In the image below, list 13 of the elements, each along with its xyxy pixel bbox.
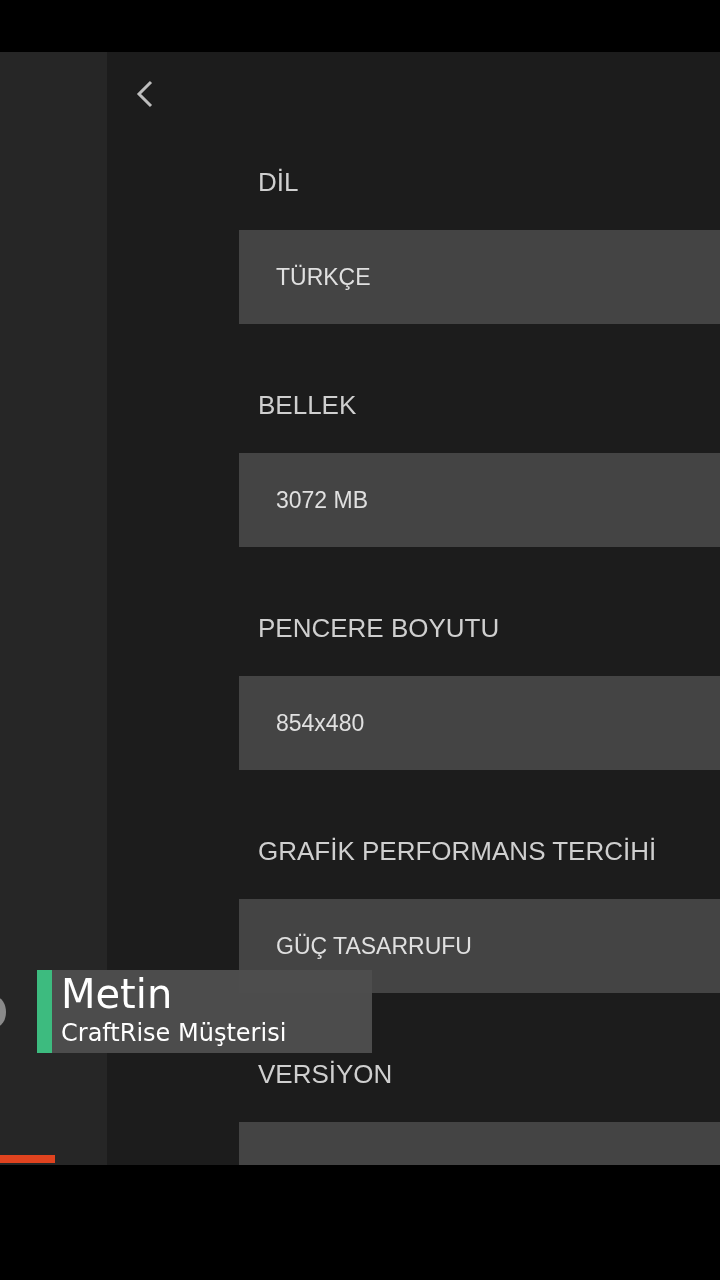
setting-label: VERSİYON bbox=[258, 1059, 394, 1089]
setting-field[interactable]: 854x480 bbox=[239, 676, 720, 770]
caption-title: Metin bbox=[61, 970, 174, 1018]
back-icon[interactable] bbox=[135, 80, 155, 108]
setting-label: GRAFİK PERFORMANS TERCİHİ bbox=[258, 836, 658, 866]
setting-label: PENCERE BOYUTU bbox=[258, 613, 501, 643]
setting-field[interactable]: 3072 MB bbox=[239, 453, 720, 547]
accent-bar bbox=[0, 1155, 55, 1163]
setting-label: BELLEK bbox=[258, 390, 358, 420]
setting-label: DİL bbox=[258, 167, 300, 197]
caption-subtitle: CraftRise Müşterisi bbox=[61, 1018, 287, 1048]
setting-field[interactable]: TÜRKÇE bbox=[239, 230, 720, 324]
setting-field[interactable]: GÜÇ TASARRUFU bbox=[239, 899, 720, 993]
